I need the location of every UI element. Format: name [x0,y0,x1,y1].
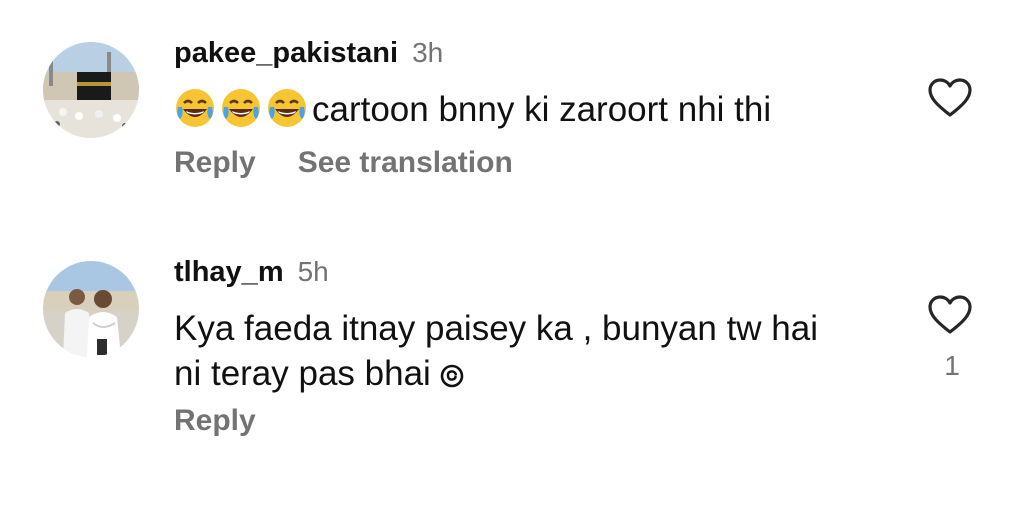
comment-text-line-2: ni teray pas bhai [174,350,465,398]
reply-button[interactable]: Reply [174,146,256,180]
heart-outline-icon[interactable] [927,294,973,336]
face-with-tears-of-joy-icon [222,89,260,127]
avatar[interactable] [43,42,139,138]
comment-body: cartoon bnny ki zaroort nhi thi [312,90,772,129]
heart-outline-icon[interactable] [927,77,973,119]
comment-time: 3h [412,37,444,68]
comment-text: cartoon bnny ki zaroort nhi thi [174,86,771,134]
comment-meta: tlhay_m 5h [174,256,329,289]
comment-time: 5h [297,256,329,287]
username[interactable]: pakee_pakistani [174,37,398,70]
comment-text-line-1: Kya faeda itnay paisey ka , bunyan tw ha… [174,309,819,348]
comment-actions: Reply See translation [174,146,555,180]
face-with-tears-of-joy-icon [268,89,306,127]
face-with-tears-of-joy-icon [176,89,214,127]
see-translation-button[interactable]: See translation [298,146,513,180]
comment-meta: pakee_pakistani 3h [174,37,443,70]
reply-button[interactable]: Reply [174,404,256,438]
comment-actions: Reply [174,404,298,438]
comment-body: ni teray pas bhai [174,354,431,393]
avatar[interactable] [43,261,139,357]
username[interactable]: tlhay_m [174,256,284,289]
threads-icon [440,364,464,388]
like-count[interactable]: 1 [940,350,964,382]
